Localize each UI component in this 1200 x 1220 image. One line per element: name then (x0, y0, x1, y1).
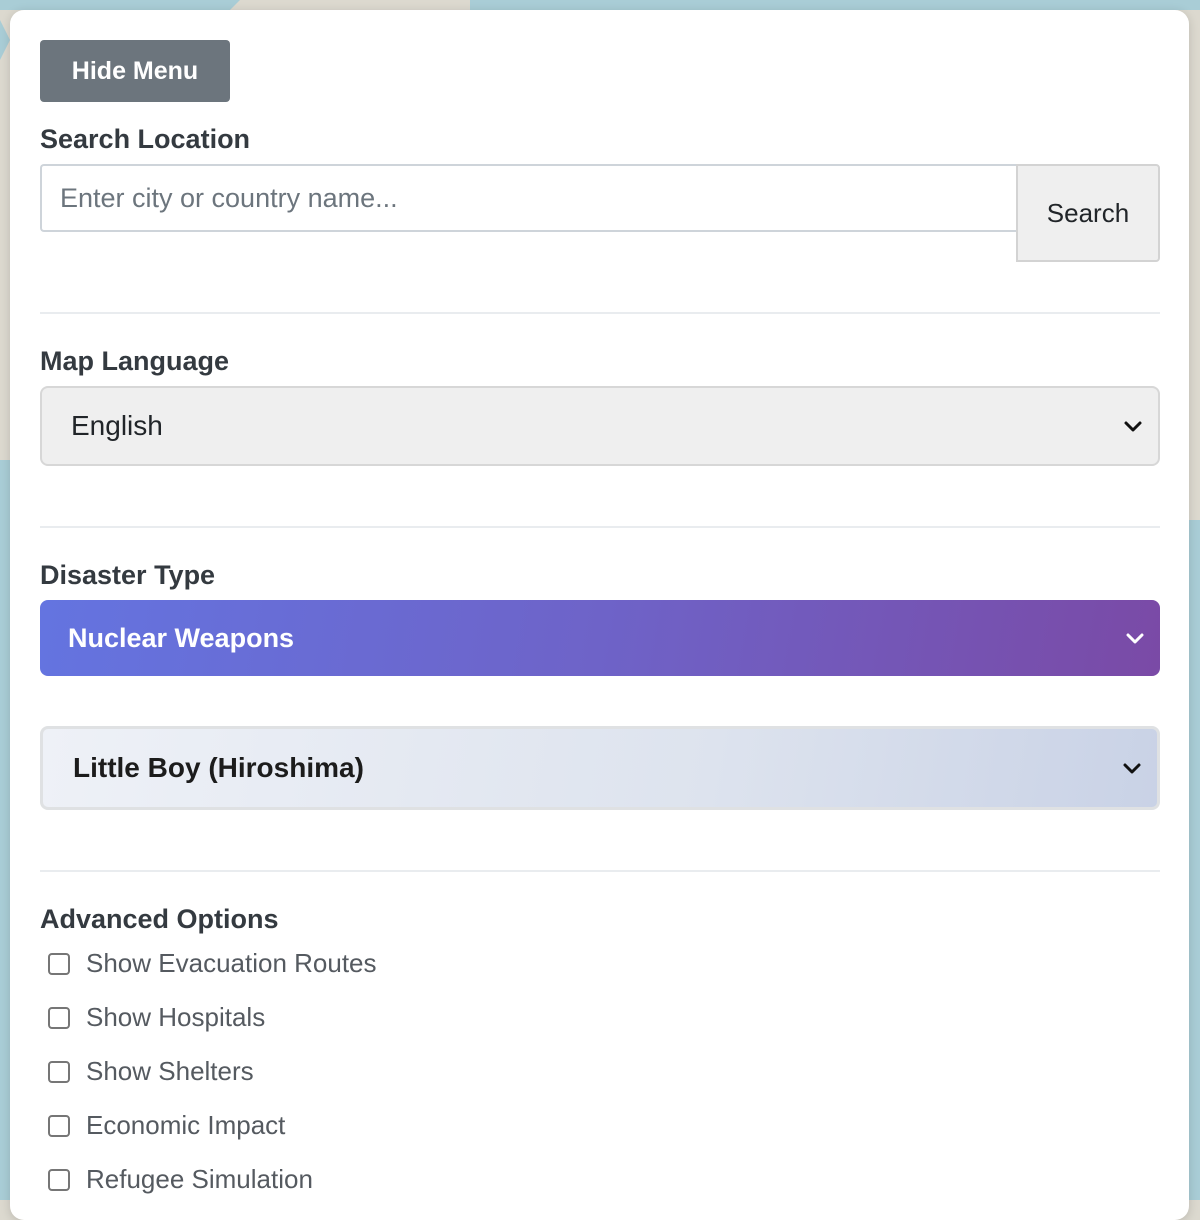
option-evacuation-routes[interactable]: Show Evacuation Routes (48, 948, 377, 979)
hide-menu-button[interactable]: Hide Menu (40, 40, 230, 102)
weapon-select[interactable]: Little Boy (Hiroshima) (40, 726, 1160, 810)
weapon-value: Little Boy (Hiroshima) (73, 752, 364, 783)
chevron-down-icon (1126, 633, 1144, 644)
map-language-value: English (71, 410, 163, 441)
chevron-down-icon (1123, 763, 1141, 774)
option-label: Show Evacuation Routes (86, 948, 377, 978)
option-label: Show Shelters (86, 1056, 254, 1086)
option-label: Economic Impact (86, 1110, 286, 1140)
map-language-select[interactable]: English (40, 386, 1160, 466)
divider (40, 312, 1160, 314)
search-location-label: Search Location (40, 124, 251, 154)
option-label: Refugee Simulation (86, 1164, 313, 1194)
checkbox[interactable] (48, 952, 70, 975)
option-economic-impact[interactable]: Economic Impact (48, 1110, 285, 1141)
option-refugee-simulation[interactable]: Refugee Simulation (48, 1164, 313, 1195)
disaster-type-value: Nuclear Weapons (68, 622, 295, 653)
disaster-type-select[interactable]: Nuclear Weapons (40, 600, 1160, 676)
advanced-options-label: Advanced Options (40, 904, 279, 934)
divider (40, 870, 1160, 872)
checkbox[interactable] (48, 1060, 70, 1083)
option-hospitals[interactable]: Show Hospitals (48, 1002, 265, 1033)
chevron-down-icon (1124, 421, 1142, 432)
checkbox[interactable] (48, 1006, 70, 1029)
option-shelters[interactable]: Show Shelters (48, 1056, 254, 1087)
control-panel: Hide Menu Search Location Search Map Lan… (10, 10, 1189, 1220)
divider (40, 526, 1160, 528)
map-language-label: Map Language (40, 346, 230, 376)
search-input[interactable] (40, 164, 1018, 232)
disaster-type-label: Disaster Type (40, 560, 216, 590)
checkbox[interactable] (48, 1168, 70, 1191)
search-button[interactable]: Search (1016, 164, 1160, 262)
checkbox[interactable] (48, 1114, 70, 1137)
option-label: Show Hospitals (86, 1002, 266, 1032)
